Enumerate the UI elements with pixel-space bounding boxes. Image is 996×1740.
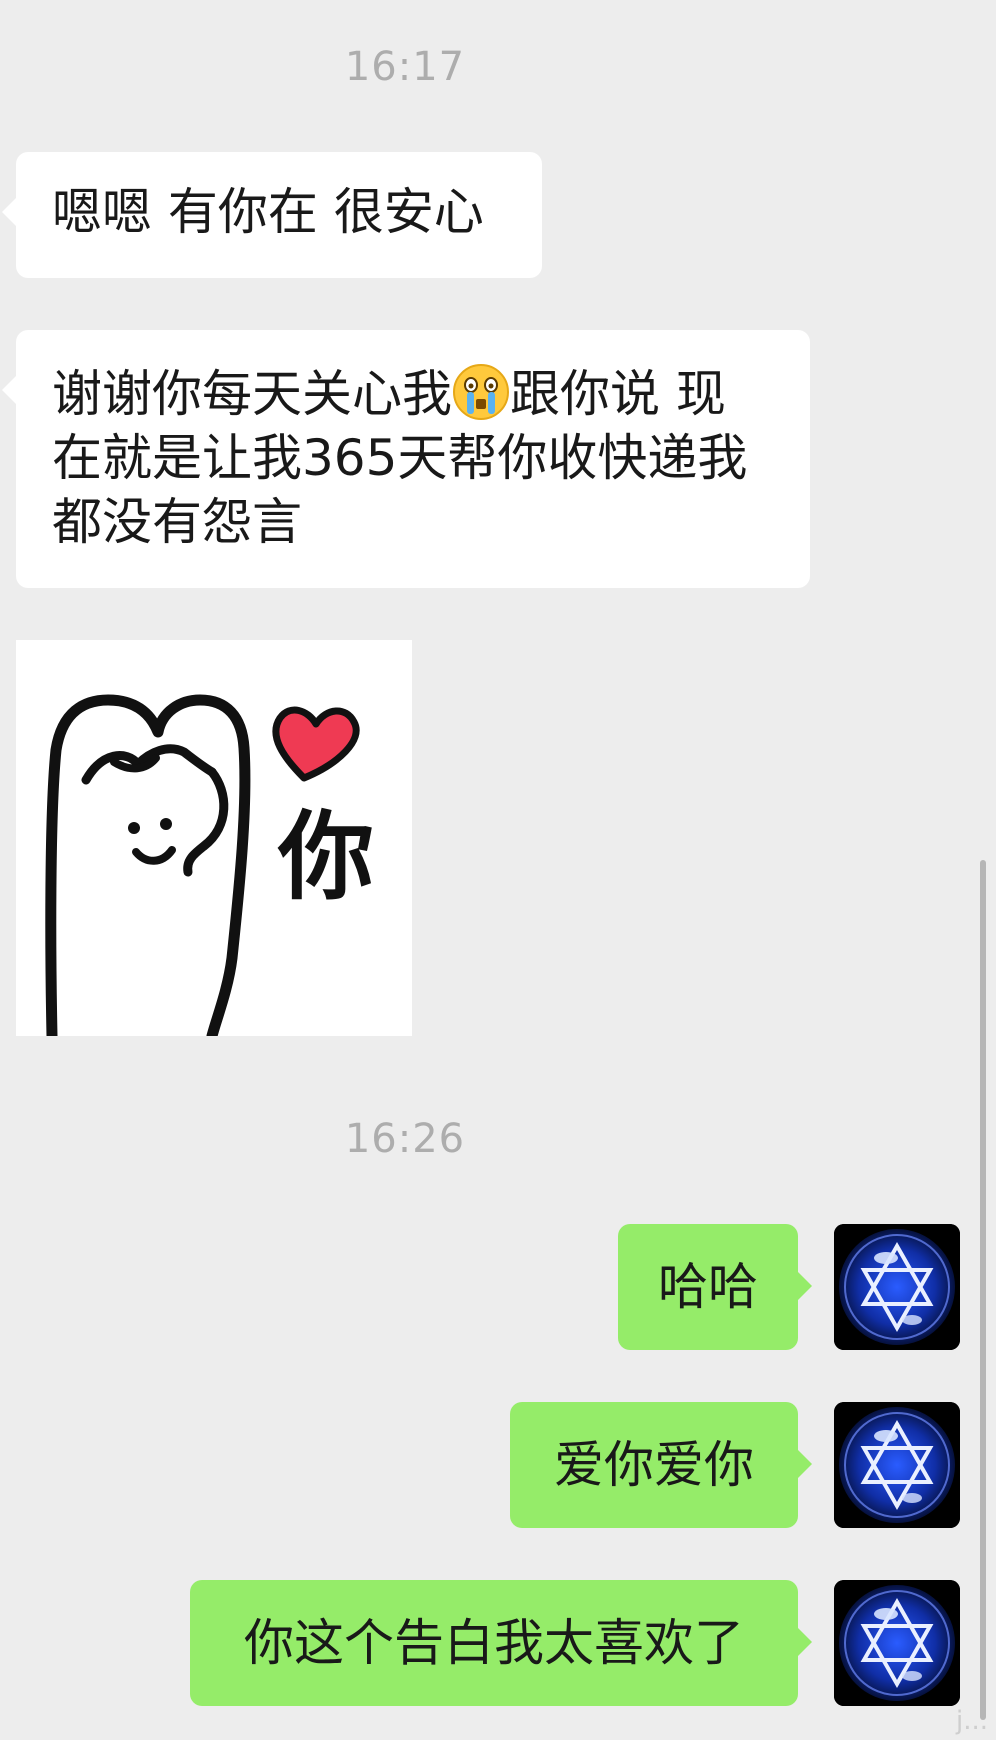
message-text: 你这个告白我太喜欢了 [244, 1614, 744, 1672]
message-text: 谢谢你每天关心我 [52, 365, 452, 423]
crying-face-icon [452, 363, 510, 421]
message-text: 嗯嗯 有你在 很安心 [52, 183, 484, 241]
sticker-text: 你 [277, 801, 374, 913]
watermark: j... [955, 1706, 988, 1736]
heart-gesture-sticker-icon: 你 [45, 694, 374, 1042]
avatar[interactable] [834, 1402, 960, 1528]
message-text: 爱你爱你 [554, 1436, 754, 1494]
scrollbar[interactable] [980, 860, 986, 1720]
avatar[interactable] [834, 1580, 960, 1706]
message-text: 哈哈 [658, 1258, 758, 1316]
sticker-image[interactable]: 你 [16, 640, 412, 1042]
avatar[interactable] [834, 1224, 960, 1350]
star-of-david-avatar-icon [834, 1580, 960, 1706]
received-message[interactable]: 嗯嗯 有你在 很安心 [2, 152, 542, 278]
timestamp: 16:26 [344, 1116, 466, 1162]
star-of-david-avatar-icon [834, 1224, 960, 1350]
sent-message[interactable]: 你这个告白我太喜欢了 [190, 1580, 812, 1706]
received-message[interactable]: 谢谢你每天关心我 跟你说 现在就是让我365天帮你收快递我都没有怨言 [2, 330, 810, 588]
timestamp: 16:17 [344, 44, 466, 90]
star-of-david-avatar-icon [834, 1402, 960, 1528]
sent-message[interactable]: 爱你爱你 [510, 1402, 812, 1528]
sent-message[interactable]: 哈哈 [618, 1224, 812, 1350]
